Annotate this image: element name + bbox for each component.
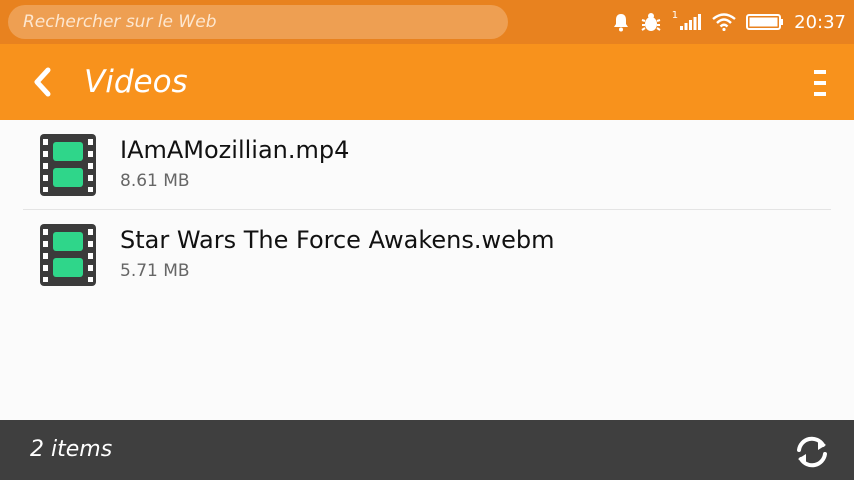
video-size: 5.71 MB	[120, 261, 190, 281]
bell-icon	[612, 12, 630, 32]
refresh-button[interactable]	[792, 432, 832, 472]
menu-button[interactable]	[808, 68, 832, 98]
battery-icon	[746, 14, 784, 30]
list-item[interactable]: Star Wars The Force Awakens.webm 5.71 MB	[23, 210, 831, 299]
film-icon	[40, 224, 96, 286]
film-icon	[40, 134, 96, 196]
video-name: IAmAMozillian.mp4	[120, 136, 350, 164]
status-bar: Rechercher sur le Web 1 20:37	[0, 0, 854, 44]
page-title: Videos	[84, 64, 188, 100]
app-header: Videos	[0, 44, 854, 120]
bug-icon	[640, 11, 662, 33]
clock: 20:37	[794, 11, 846, 33]
search-input[interactable]: Rechercher sur le Web	[8, 5, 508, 39]
wifi-icon	[712, 13, 736, 31]
video-name: Star Wars The Force Awakens.webm	[120, 226, 555, 254]
kebab-menu-icon	[814, 70, 826, 96]
back-button[interactable]	[24, 64, 60, 100]
status-icons: 1 20:37	[612, 0, 846, 44]
refresh-icon	[797, 436, 827, 468]
footer-bar: 2 items	[0, 420, 854, 480]
list-item[interactable]: IAmAMozillian.mp4 8.61 MB	[23, 120, 831, 210]
video-list: IAmAMozillian.mp4 8.61 MB Star Wars The …	[0, 120, 854, 299]
video-size: 8.61 MB	[120, 171, 190, 191]
chevron-left-icon	[34, 67, 51, 97]
sim-number: 1	[671, 10, 679, 21]
signal-icon: 1	[672, 10, 702, 34]
item-count: 2 items	[30, 437, 113, 462]
